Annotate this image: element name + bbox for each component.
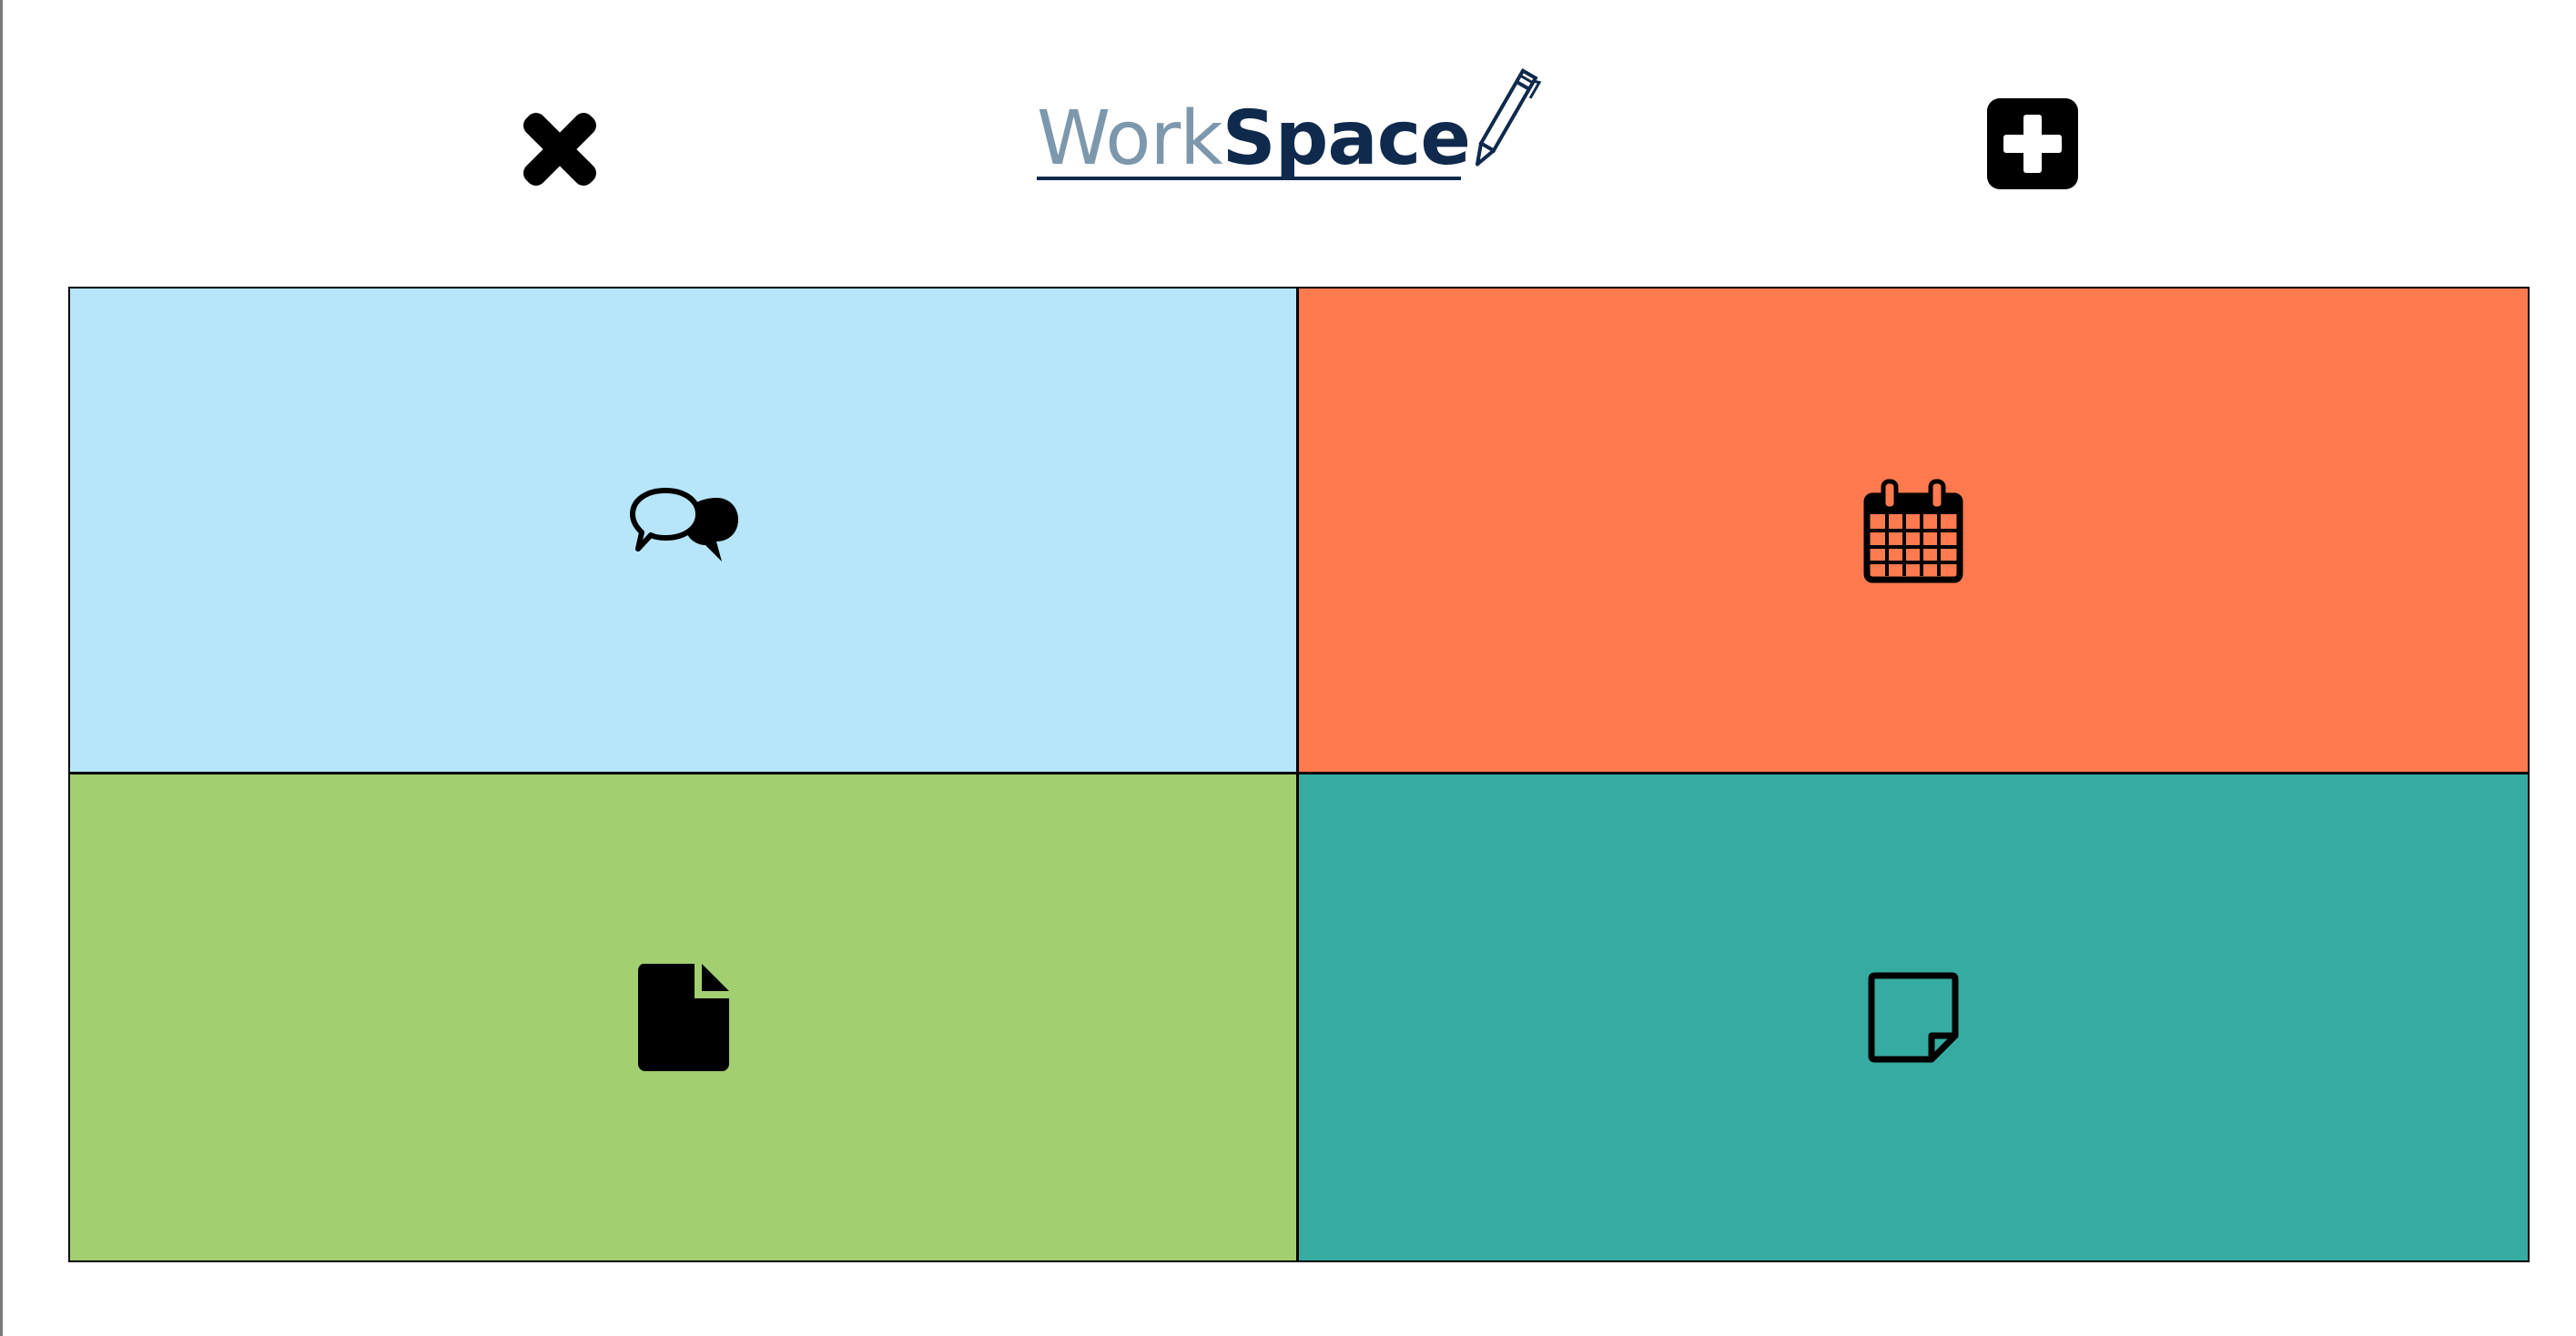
document-icon	[637, 964, 729, 1071]
sticky-note-icon	[1868, 972, 1959, 1063]
chat-bubbles-icon	[629, 487, 738, 562]
pencil-icon	[1476, 68, 1542, 167]
tile-note[interactable]	[1299, 774, 2528, 1260]
close-icon	[523, 113, 596, 186]
close-button[interactable]	[522, 111, 598, 187]
tile-chat[interactable]	[70, 288, 1299, 774]
workspace-page: WorkSpace	[0, 0, 2576, 1336]
tile-calendar[interactable]	[1299, 288, 2528, 774]
tile-document[interactable]	[70, 774, 1299, 1260]
logo-space-text: Space	[1222, 96, 1471, 182]
logo-work-text: Work	[1037, 96, 1223, 182]
app-logo: WorkSpace	[1037, 60, 1547, 197]
app-tile-grid	[68, 287, 2530, 1262]
plus-square-icon	[1987, 98, 2078, 189]
calendar-icon	[1863, 479, 1963, 582]
logo-underline	[1037, 177, 1461, 180]
add-button[interactable]	[1987, 98, 2078, 189]
